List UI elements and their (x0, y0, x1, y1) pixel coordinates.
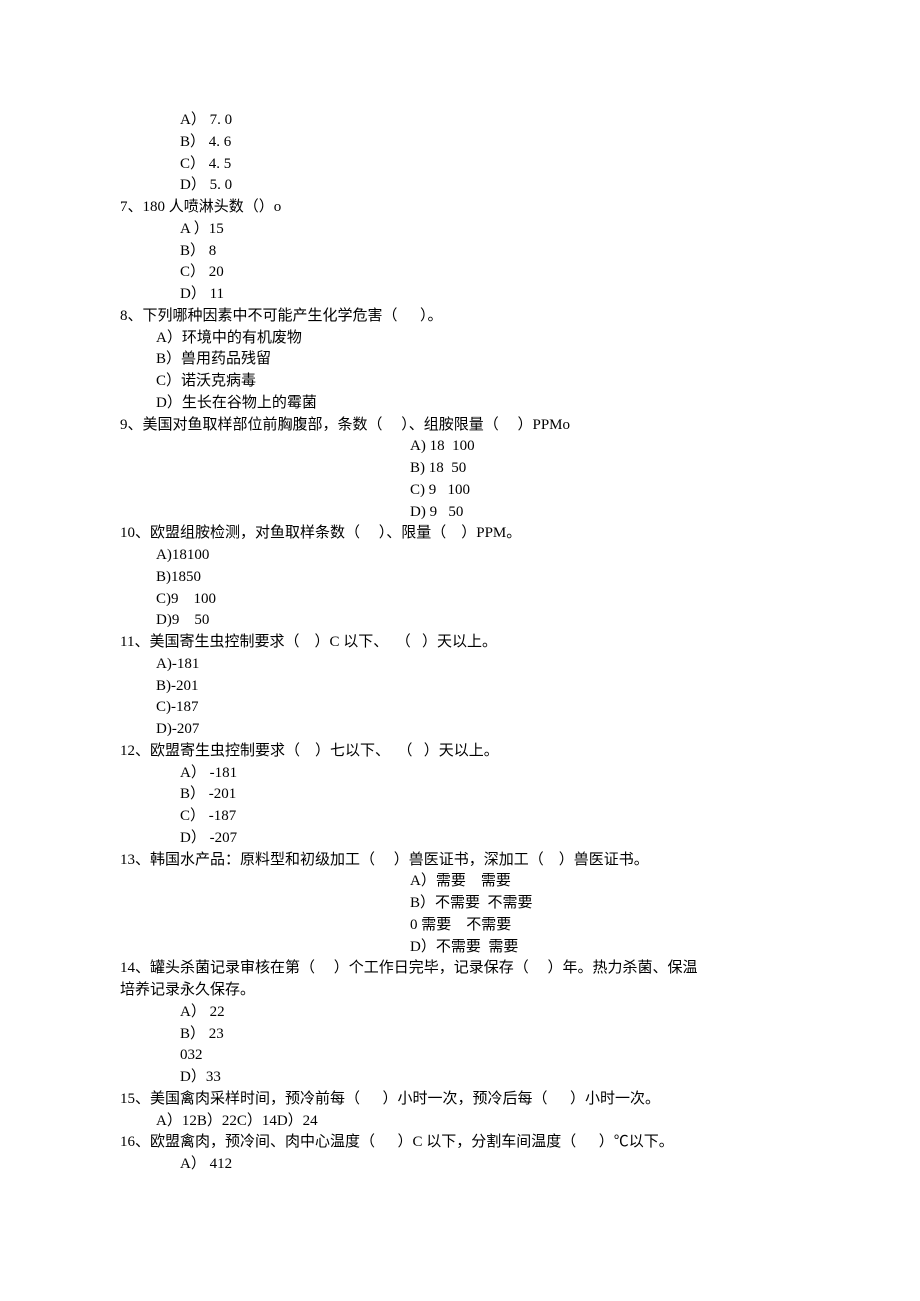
q8-opt-a: A）环境中的有机废物 (156, 328, 800, 350)
q10-options: A)18100 B)1850 C)9 100 D)9 50 (120, 545, 800, 632)
q7-opt-c: C） 20 (180, 262, 800, 284)
q16-text: 16、欧盟禽肉，预冷间、肉中心温度（ ）C 以下，分割车间温度（ ）℃以下。 (120, 1132, 800, 1154)
q13-text: 13、韩国水产品：原料型和初级加工（ ）兽医证书，深加工（ ）兽医证书。 (120, 850, 800, 872)
q14-opt-d: D）33 (180, 1067, 800, 1089)
q14-opt-b: B） 23 (180, 1024, 800, 1046)
q10-opt-b: B)1850 (156, 567, 800, 589)
q13-opt-b: B）不需要 不需要 (410, 893, 800, 915)
q13-opt-c: 0 需要 不需要 (410, 915, 800, 937)
q12-text: 12、欧盟寄生虫控制要求（ ）七以下、 （ ）天以上。 (120, 741, 800, 763)
q14-opt-c: 032 (180, 1045, 800, 1067)
q11-opt-b: B)-201 (156, 676, 800, 698)
q14-text-line1: 14、罐头杀菌记录审核在第（ ）个工作日完毕，记录保存（ ）年。热力杀菌、保温 (120, 958, 800, 980)
q8-opt-c: C）诺沃克病毒 (156, 371, 800, 393)
q13-options: A）需要 需要 B）不需要 不需要 0 需要 不需要 D）不需要 需要 (120, 871, 800, 958)
q7-opt-d: D） 11 (180, 284, 800, 306)
q14-opt-a: A） 22 (180, 1002, 800, 1024)
q10-opt-c: C)9 100 (156, 589, 800, 611)
q8-options: A）环境中的有机废物 B）兽用药品残留 C）诺沃克病毒 D）生长在谷物上的霉菌 (120, 328, 800, 415)
q6-opt-b: B） 4. 6 (180, 132, 800, 154)
q12-opt-b: B） -201 (180, 784, 800, 806)
q10-opt-d: D)9 50 (156, 610, 800, 632)
q8-opt-b: B）兽用药品残留 (156, 349, 800, 371)
q8-opt-d: D）生长在谷物上的霉菌 (156, 393, 800, 415)
q8-text: 8、下列哪种因素中不可能产生化学危害（ ）。 (120, 306, 800, 328)
q6-opt-d: D） 5. 0 (180, 175, 800, 197)
q9-opt-b: B) 18 50 (410, 458, 800, 480)
q14-text-line2: 培养记录永久保存。 (120, 980, 800, 1002)
q14-options: A） 22 B） 23 032 D）33 (120, 1002, 800, 1089)
q9-text: 9、美国对鱼取样部位前胸腹部，条数（ ）、组胺限量（ ）PPMo (120, 415, 800, 437)
q13-opt-d: D）不需要 需要 (410, 937, 800, 959)
q16-options: A） 412 (120, 1154, 800, 1176)
q7-text: 7、180 人喷淋头数（）o (120, 197, 800, 219)
q11-options: A)-181 B)-201 C)-187 D)-207 (120, 654, 800, 741)
q6-opt-c: C） 4. 5 (180, 154, 800, 176)
q13-opt-a: A）需要 需要 (410, 871, 800, 893)
q11-opt-a: A)-181 (156, 654, 800, 676)
q15-opt-a: A）12B）22C）14D）24 (156, 1111, 800, 1133)
q9-opt-c: C) 9 100 (410, 480, 800, 502)
q10-opt-a: A)18100 (156, 545, 800, 567)
q6-opt-a: A） 7. 0 (180, 110, 800, 132)
q9-opt-a: A) 18 100 (410, 436, 800, 458)
q7-options: A ）15 B） 8 C） 20 D） 11 (120, 219, 800, 306)
q12-opt-a: A） -181 (180, 763, 800, 785)
q16-opt-a: A） 412 (180, 1154, 800, 1176)
q9-options: A) 18 100 B) 18 50 C) 9 100 D) 9 50 (120, 436, 800, 523)
q12-opt-c: C） -187 (180, 806, 800, 828)
q12-options: A） -181 B） -201 C） -187 D） -207 (120, 763, 800, 850)
q6-options: A） 7. 0 B） 4. 6 C） 4. 5 D） 5. 0 (120, 110, 800, 197)
document-page: A） 7. 0 B） 4. 6 C） 4. 5 D） 5. 0 7、180 人喷… (0, 0, 920, 1301)
q9-opt-d: D) 9 50 (410, 502, 800, 524)
q7-opt-b: B） 8 (180, 241, 800, 263)
q11-opt-d: D)-207 (156, 719, 800, 741)
q11-opt-c: C)-187 (156, 697, 800, 719)
q15-text: 15、美国禽肉采样时间，预冷前每（ ）小时一次，预冷后每（ ）小时一次。 (120, 1089, 800, 1111)
q11-text: 11、美国寄生虫控制要求（ ）C 以下、 （ ）天以上。 (120, 632, 800, 654)
q10-text: 10、欧盟组胺检测，对鱼取样条数（ ）、限量（ ）PPM。 (120, 523, 800, 545)
q7-opt-a: A ）15 (180, 219, 800, 241)
q12-opt-d: D） -207 (180, 828, 800, 850)
q15-options: A）12B）22C）14D）24 (120, 1111, 800, 1133)
